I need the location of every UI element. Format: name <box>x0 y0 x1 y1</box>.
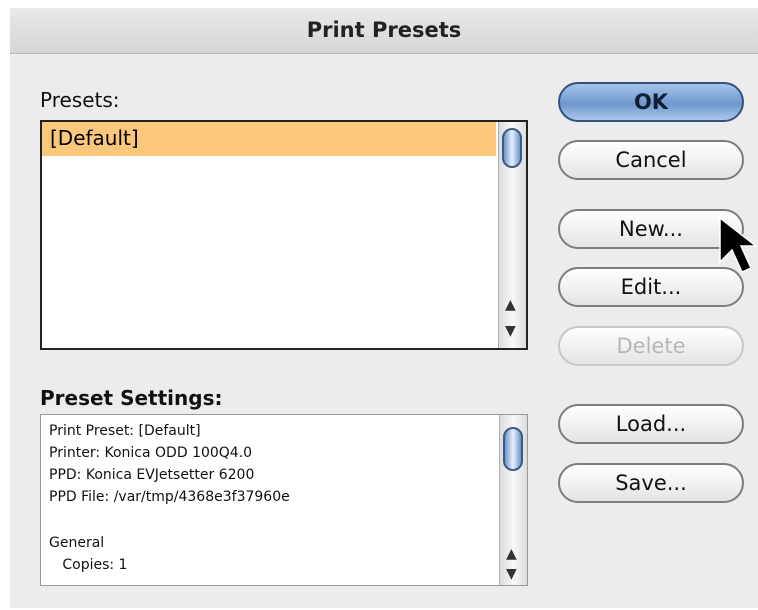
save-button[interactable]: Save... <box>558 463 744 503</box>
load-button[interactable]: Load... <box>558 404 744 444</box>
delete-button: Delete <box>558 326 744 366</box>
presets-label: Presets: <box>40 88 120 112</box>
settings-scrollbar[interactable]: ▲ ▼ <box>499 415 527 585</box>
settings-line: PPD: Konica EVJetsetter 6200 <box>49 467 255 483</box>
presets-scroll-thumb[interactable] <box>502 128 522 168</box>
scroll-up-arrow-icon[interactable]: ▲ <box>506 547 517 561</box>
preset-settings-box: Print Preset: [Default] Printer: Konica … <box>40 414 528 586</box>
ok-button[interactable]: OK <box>558 82 744 122</box>
settings-line: General <box>49 535 105 551</box>
settings-line: Copies: 1 <box>49 557 128 573</box>
preset-settings-label: Preset Settings: <box>40 386 223 410</box>
preset-item-default[interactable]: [Default] <box>42 122 496 156</box>
settings-scroll-thumb[interactable] <box>503 427 523 471</box>
print-presets-dialog: Print Presets Presets: [Default] ▲ ▼ Pre… <box>10 8 758 608</box>
window-title: Print Presets <box>306 18 462 42</box>
mouse-pointer-icon <box>719 216 758 273</box>
new-button[interactable]: New... <box>558 209 744 249</box>
scroll-down-arrow-icon[interactable]: ▼ <box>506 567 517 581</box>
scroll-down-arrow-icon[interactable]: ▼ <box>505 324 516 338</box>
scroll-up-arrow-icon[interactable]: ▲ <box>505 298 516 312</box>
settings-line: Printer: Konica ODD 100Q4.0 <box>49 445 253 461</box>
settings-line: PPD File: /var/tmp/4368e3f37960e <box>49 489 290 505</box>
settings-line: Print Preset: [Default] <box>49 423 201 439</box>
title-bar[interactable]: Print Presets <box>10 8 758 54</box>
presets-scrollbar[interactable]: ▲ ▼ <box>498 122 526 348</box>
edit-button[interactable]: Edit... <box>558 267 744 307</box>
cancel-button[interactable]: Cancel <box>558 140 744 180</box>
presets-list[interactable]: [Default] ▲ ▼ <box>40 120 528 350</box>
